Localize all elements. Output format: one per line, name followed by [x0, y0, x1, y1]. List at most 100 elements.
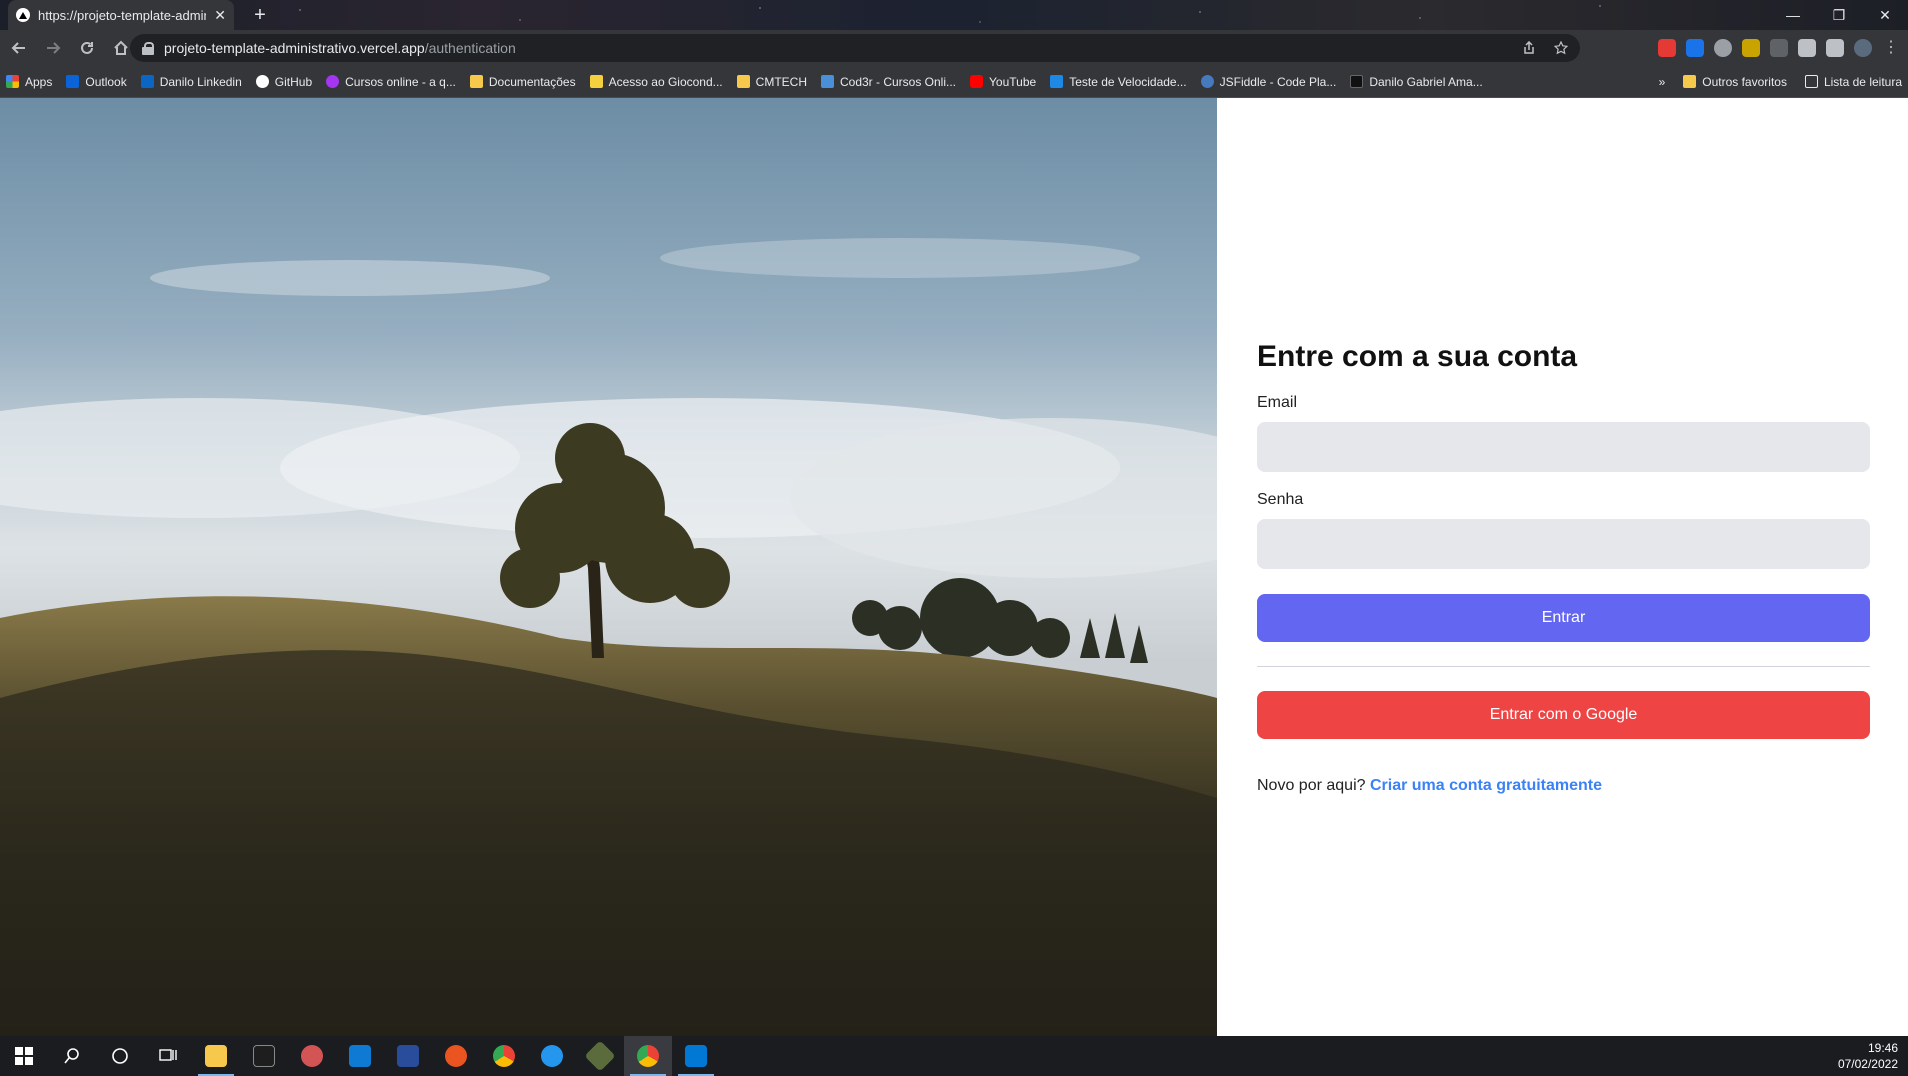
extension-blue-bookmark-icon[interactable] [1686, 39, 1704, 57]
forward-button[interactable] [38, 33, 68, 63]
taskbar-terminal[interactable] [240, 1036, 288, 1076]
reading-list-button[interactable]: Lista de leitura [1804, 75, 1902, 89]
bookmark-item[interactable]: Danilo Linkedin [140, 74, 242, 89]
reading-list-icon [1804, 75, 1818, 88]
bookmark-item[interactable]: JSFiddle - Code Pla... [1200, 74, 1337, 89]
bookmark-item[interactable]: Outlook [66, 75, 127, 89]
taskbar-chrome[interactable] [480, 1036, 528, 1076]
bookmark-label: Teste de Velocidade... [1069, 74, 1187, 89]
bookmark-label: GitHub [274, 74, 313, 89]
extension-wave-icon[interactable] [1770, 39, 1788, 57]
email-label: Email [1257, 393, 1298, 411]
address-bar[interactable]: projeto-template-administrativo.vercel.a… [130, 34, 1580, 62]
back-arrow-icon [11, 42, 25, 54]
bookmark-item[interactable]: GitHub [255, 74, 313, 89]
bookmark-label: CMTECH [755, 74, 807, 89]
bookmark-label: Cursos online - a q... [345, 74, 456, 89]
taskbar-azure[interactable] [672, 1036, 720, 1076]
terminal-icon [253, 1045, 275, 1067]
bookmark-item[interactable]: Documentações [469, 75, 576, 89]
back-button[interactable] [4, 33, 34, 63]
home-icon [114, 40, 128, 55]
url-host: projeto-template-administrativo.vercel.a… [164, 40, 425, 56]
task-view-button[interactable] [144, 1036, 192, 1076]
extension-red-icon[interactable] [1658, 39, 1676, 57]
bookmark-item[interactable]: Teste de Velocidade... [1050, 74, 1187, 89]
bookmarks-bar: Apps Outlook Danilo Linkedin GitHub Curs… [0, 66, 1908, 98]
taskbar-git[interactable] [576, 1036, 624, 1076]
restore-button[interactable]: ❐ [1816, 0, 1862, 30]
chrome-menu-icon[interactable]: ⋮ [1882, 39, 1900, 57]
email-field[interactable] [1257, 421, 1870, 472]
azure-icon [685, 1045, 707, 1067]
folder-icon [469, 75, 483, 88]
giocondo-icon [589, 75, 603, 88]
taskbar-vscode[interactable] [336, 1036, 384, 1076]
google-login-button[interactable]: Entrar com o Google [1257, 690, 1870, 739]
vscode-icon [349, 1045, 371, 1067]
minimize-button[interactable]: — [1770, 0, 1816, 30]
profile-icon [1350, 75, 1364, 88]
other-favorites-label: Outros favoritos [1702, 74, 1787, 89]
tab-close-icon[interactable]: ✕ [214, 7, 226, 24]
taskbar-file-explorer[interactable] [192, 1036, 240, 1076]
reload-icon [81, 41, 93, 54]
taskbar-paint[interactable] [288, 1036, 336, 1076]
folder-icon [736, 75, 750, 88]
bookmark-item[interactable]: Acesso ao Giocond... [589, 75, 723, 89]
lock-icon[interactable] [142, 42, 154, 55]
share-icon[interactable] [1522, 41, 1536, 55]
bookmark-label: JSFiddle - Code Pla... [1219, 74, 1337, 89]
browser-tab-active[interactable]: https://projeto-template-admin ✕ [8, 0, 234, 30]
paint-icon [301, 1045, 323, 1067]
cortana-button[interactable] [96, 1036, 144, 1076]
windows-logo-icon [15, 1047, 33, 1065]
system-clock[interactable]: 19:46 07/02/2022 [1838, 1040, 1898, 1072]
window-controls: — ❐ ✕ [1770, 0, 1908, 30]
close-window-button[interactable]: ✕ [1862, 0, 1908, 30]
taskbar-docker[interactable] [528, 1036, 576, 1076]
docker-icon [541, 1045, 563, 1067]
landscape-illustration [0, 98, 1217, 1036]
ubuntu-icon [445, 1045, 467, 1067]
page-title: Entre com a sua conta [1257, 339, 1578, 373]
other-favorites-folder[interactable]: Outros favoritos [1683, 75, 1787, 89]
extension-yellow-icon[interactable] [1742, 39, 1760, 57]
password-field[interactable] [1257, 518, 1870, 569]
bookmark-item[interactable]: Danilo Gabriel Ama... [1350, 75, 1483, 89]
bookmarks-overflow-button[interactable]: » [1659, 75, 1666, 89]
youtube-icon [970, 75, 984, 88]
folder-icon [1683, 75, 1697, 88]
extensions-puzzle-icon[interactable] [1798, 39, 1816, 57]
chrome-icon [493, 1045, 515, 1067]
bookmark-item[interactable]: Cod3r - Cursos Onli... [820, 74, 957, 89]
bookmark-star-icon[interactable] [1554, 41, 1568, 55]
bookmark-item[interactable]: YouTube [970, 75, 1036, 89]
task-view-icon [159, 1049, 177, 1061]
media-control-icon[interactable] [1826, 39, 1844, 57]
search-button[interactable] [48, 1036, 96, 1076]
login-button[interactable]: Entrar [1257, 593, 1870, 642]
powershell-icon [397, 1045, 419, 1067]
reload-button[interactable] [72, 33, 102, 63]
bookmark-label: Apps [25, 74, 53, 89]
bookmark-item[interactable]: Apps [6, 75, 52, 89]
taskbar-powershell[interactable] [384, 1036, 432, 1076]
git-icon [584, 1040, 616, 1072]
password-label: Senha [1257, 490, 1304, 508]
bookmark-label: Danilo Linkedin [159, 74, 242, 89]
extension-grey-icon[interactable] [1714, 39, 1732, 57]
windows-taskbar: 19:46 07/02/2022 [0, 1036, 1908, 1076]
windows-start-button[interactable] [0, 1036, 48, 1076]
taskbar-ubuntu[interactable] [432, 1036, 480, 1076]
bookmark-item[interactable]: Cursos online - a q... [326, 75, 456, 89]
profile-avatar-icon[interactable] [1854, 39, 1872, 57]
bookmark-item[interactable]: CMTECH [736, 74, 807, 89]
speedtest-icon [1050, 75, 1064, 88]
taskbar-chrome-active[interactable] [624, 1036, 672, 1076]
create-account-link[interactable]: Criar uma conta gratuitamente [1370, 777, 1602, 794]
bookmark-label: Cod3r - Cursos Onli... [839, 74, 957, 89]
new-tab-button[interactable]: + [248, 4, 272, 26]
cod3r-icon [820, 75, 834, 88]
cortana-circle-icon [112, 1048, 128, 1064]
